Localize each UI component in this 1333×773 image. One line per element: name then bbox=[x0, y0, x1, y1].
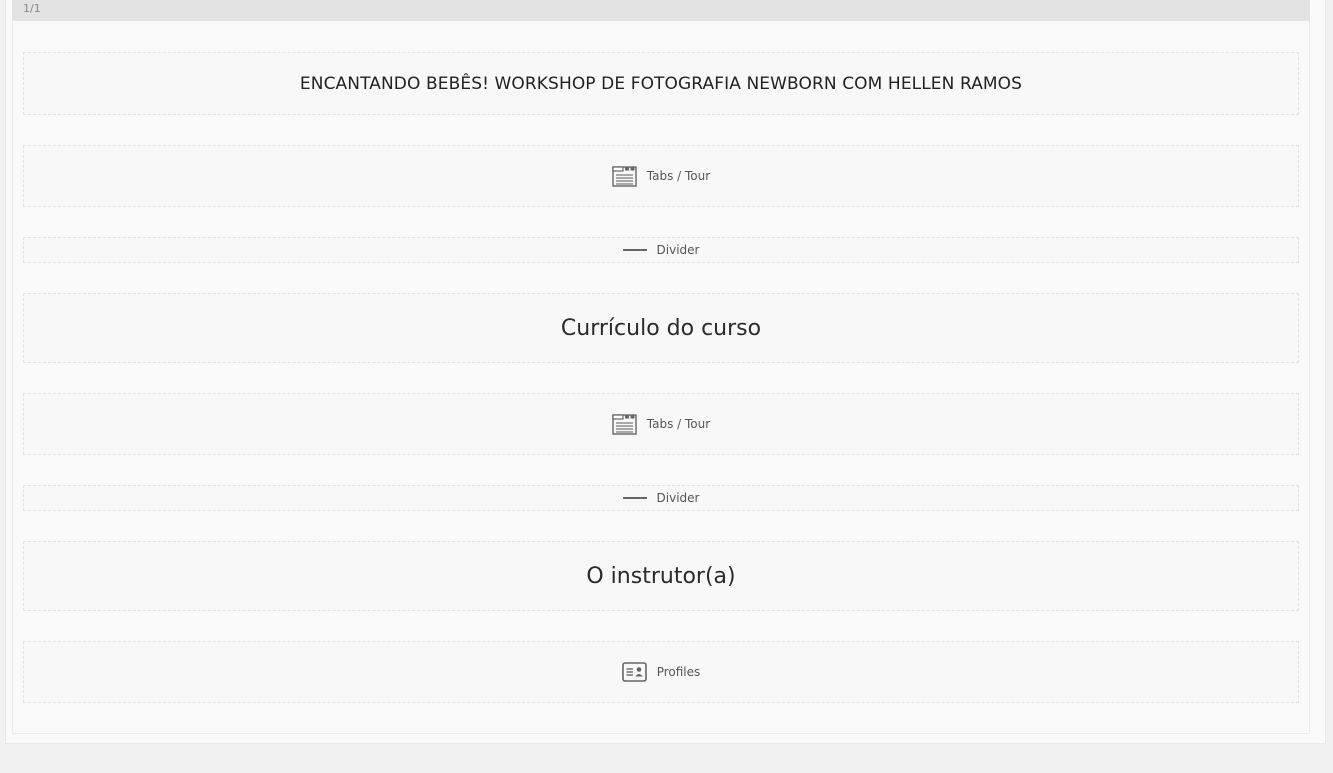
column-body bbox=[12, 21, 1310, 734]
workshop-title: ENCANTANDO BEBÊS! WORKSHOP DE FOTOGRAFIA… bbox=[299, 73, 1023, 94]
divider-element[interactable]: Divider bbox=[23, 237, 1299, 263]
curriculum-heading: Currículo do curso bbox=[560, 315, 762, 341]
tabs-tour-element[interactable]: Tabs / Tour bbox=[23, 393, 1299, 455]
divider-element[interactable]: Divider bbox=[23, 485, 1299, 511]
divider-icon bbox=[622, 249, 647, 251]
tabs-tour-label: Tabs / Tour bbox=[646, 417, 711, 431]
title-text-block[interactable]: ENCANTANDO BEBÊS! WORKSHOP DE FOTOGRAFIA… bbox=[23, 52, 1299, 115]
profiles-label: Profiles bbox=[656, 665, 701, 679]
column-header[interactable]: 1/1 bbox=[12, 0, 1310, 21]
column-width-label: 1/1 bbox=[23, 2, 41, 15]
tabs-icon bbox=[612, 165, 637, 187]
divider-label: Divider bbox=[656, 491, 700, 505]
divider-label: Divider bbox=[656, 243, 700, 257]
curriculum-heading-block[interactable]: Currículo do curso bbox=[23, 293, 1299, 363]
tabs-tour-element[interactable]: Tabs / Tour bbox=[23, 145, 1299, 207]
tabs-icon bbox=[612, 413, 637, 435]
page-builder-canvas: 1/1 ENCANTANDO BEBÊS! WORKSHOP DE FOTOGR… bbox=[0, 0, 1333, 773]
instructor-heading: O instrutor(a) bbox=[586, 563, 736, 589]
instructor-heading-block[interactable]: O instrutor(a) bbox=[23, 541, 1299, 611]
profile-card-icon bbox=[621, 662, 647, 682]
tabs-tour-label: Tabs / Tour bbox=[646, 169, 711, 183]
profiles-element[interactable]: Profiles bbox=[23, 641, 1299, 703]
divider-icon bbox=[622, 497, 647, 499]
